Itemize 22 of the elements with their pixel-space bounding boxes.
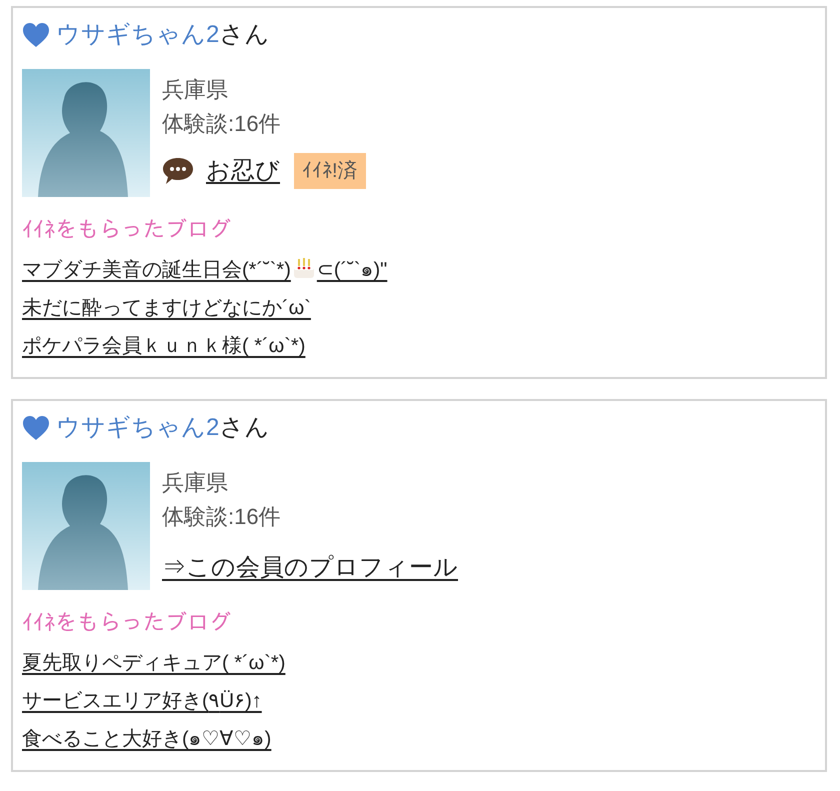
region-text: 兵庫県 <box>162 76 229 104</box>
review-count-text: 体験談:16件 <box>162 110 282 138</box>
heart-icon <box>22 22 50 48</box>
blog-link[interactable]: 未だに酔ってますけどなにか´ω` <box>22 289 311 327</box>
blog-link[interactable]: 夏先取りペディキュア( *´ω`*) <box>22 644 286 682</box>
member-name-link[interactable]: ウサギちゃん2 <box>56 21 220 48</box>
review-count-text: 体験談:16件 <box>162 503 282 531</box>
region-text: 兵庫県 <box>162 469 229 497</box>
speech-bubble-icon <box>162 156 194 186</box>
heart-icon <box>22 415 50 441</box>
blog-link[interactable]: ポケパラ会員ｋｕｎｋ様( *´ω`*) <box>22 327 306 365</box>
nickname-link[interactable]: お忍び <box>206 153 280 189</box>
blog-link[interactable]: マブダチ美音の誕生日会(*´˘`*) ⊂(´˘`๑)" <box>22 251 388 289</box>
member-name-link[interactable]: ウサギちゃん2 <box>56 414 220 441</box>
blog-link[interactable]: サービスエリア好き(٩Ü۶)↑ <box>22 682 262 720</box>
blog-link[interactable]: 食べること大好き(๑♡∀♡๑) <box>22 720 272 758</box>
honorific-text: さん <box>219 21 270 48</box>
blog-heading: ｲｲﾈをもらったブログ <box>22 216 232 244</box>
liked-badge: ｲｲﾈ!済 <box>294 153 366 189</box>
profile-link[interactable]: ⇒この会員のプロフィール <box>162 550 458 586</box>
honorific-text: さん <box>219 414 270 441</box>
blog-heading: ｲｲﾈをもらったブログ <box>22 609 232 637</box>
